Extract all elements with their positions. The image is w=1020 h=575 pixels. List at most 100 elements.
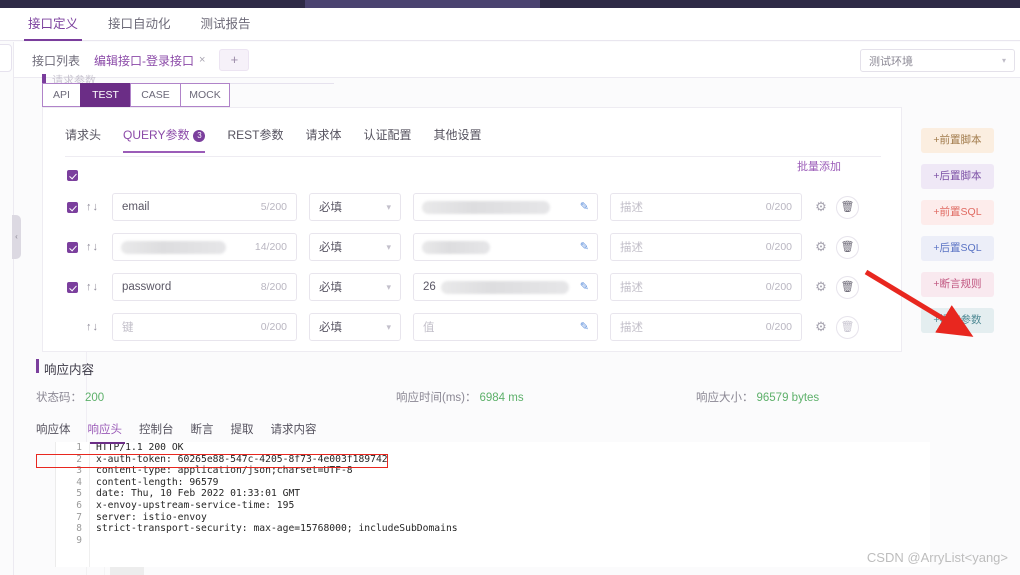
param-desc-placeholder: 描述 bbox=[620, 322, 643, 334]
response-tab-1[interactable]: 响应头 bbox=[88, 421, 123, 437]
edit-pencil-icon[interactable]: ✎ bbox=[580, 280, 589, 293]
code-line-number: 6 bbox=[76, 499, 82, 511]
main-nav-item-0[interactable]: 接口定义 bbox=[23, 8, 83, 41]
response-tab-5[interactable]: 请求内容 bbox=[271, 421, 317, 437]
sub-tab-3[interactable]: 请求体 bbox=[306, 126, 342, 152]
param-required-select[interactable]: 必填 ▾ bbox=[309, 273, 401, 301]
param-desc-input[interactable]: 描述 0/200 bbox=[610, 273, 802, 301]
gear-icon[interactable]: ⚙ bbox=[810, 279, 832, 295]
action-button-group: +前置脚本 +后置脚本 +前置SQL +后置SQL +断言规则 +提取参数 bbox=[921, 128, 994, 344]
code-line: date: Thu, 10 Feb 2022 01:33:01 GMT bbox=[96, 488, 301, 500]
gear-icon[interactable]: ⚙ bbox=[810, 319, 832, 335]
sub-tab-0[interactable]: 请求头 bbox=[65, 126, 101, 152]
param-required-select[interactable]: 必填 ▾ bbox=[309, 233, 401, 261]
param-value-input[interactable]: 值 ✎ bbox=[413, 313, 598, 341]
response-size-label: 响应大小： bbox=[696, 392, 754, 404]
response-size-meta: 响应大小： 96579 bytes bbox=[696, 389, 819, 405]
chevron-down-icon: ▾ bbox=[1001, 56, 1006, 65]
reorder-arrows-icon[interactable]: ↑↓ bbox=[86, 201, 112, 213]
response-tab-3[interactable]: 断言 bbox=[191, 421, 214, 437]
api-tab-group: API TEST CASE MOCK bbox=[42, 83, 230, 107]
api-tab-api[interactable]: API bbox=[42, 83, 80, 107]
delete-row-button[interactable]: 🗑 bbox=[836, 195, 859, 219]
param-key-input[interactable]: password 8/200 bbox=[112, 273, 297, 301]
chevron-down-icon: ▾ bbox=[386, 321, 391, 332]
api-tab-mock[interactable]: MOCK bbox=[180, 83, 230, 107]
param-rows: ↑↓ email 5/200 必填 ▾ ✎ 描述 0/200 ⚙ 🗑 ↑↓ 14/200 必填 ▾ ✎ 描述 0… bbox=[67, 192, 891, 352]
param-row: ↑↓ 14/200 必填 ▾ ✎ 描述 0/200 ⚙ 🗑 bbox=[67, 232, 891, 262]
edit-pencil-icon[interactable]: ✎ bbox=[580, 240, 589, 253]
add-tab-button[interactable]: + bbox=[219, 49, 250, 71]
param-row-checkbox[interactable] bbox=[67, 281, 78, 293]
param-key-input[interactable]: 14/200 bbox=[112, 233, 297, 261]
sub-tab-label: QUERY参数 bbox=[123, 128, 190, 142]
redacted-value-overlay bbox=[422, 201, 550, 214]
param-desc-input[interactable]: 描述 0/200 bbox=[610, 233, 802, 261]
param-value-input[interactable]: 26 ✎ bbox=[413, 273, 598, 301]
param-row-checkbox[interactable] bbox=[67, 241, 78, 253]
code-line-number: 9 bbox=[76, 534, 82, 546]
close-icon[interactable]: × bbox=[199, 54, 205, 66]
reorder-arrows-icon[interactable]: ↑↓ bbox=[86, 281, 112, 293]
redacted-value-overlay bbox=[441, 281, 569, 294]
sidebar-collapse-handle[interactable]: ‹ bbox=[12, 215, 21, 259]
param-desc-placeholder: 描述 bbox=[620, 202, 643, 214]
action-button-4[interactable]: +断言规则 bbox=[921, 272, 994, 297]
response-time-value: 6984 ms bbox=[479, 392, 524, 404]
top-window-band bbox=[0, 0, 1020, 8]
reorder-arrows-icon[interactable]: ↑↓ bbox=[86, 321, 112, 333]
request-params-accent bbox=[42, 74, 46, 83]
response-time-label: 响应时间(ms)： bbox=[396, 392, 477, 404]
main-nav-item-2[interactable]: 测试报告 bbox=[201, 8, 251, 41]
sub-tab-1[interactable]: QUERY参数 3 bbox=[123, 126, 206, 153]
document-tab-1[interactable]: 编辑接口-登录接口 bbox=[94, 52, 194, 69]
delete-row-button[interactable]: 🗑 bbox=[836, 275, 859, 299]
document-tab-0[interactable]: 接口列表 bbox=[32, 52, 80, 69]
main-nav: 接口定义 接口自动化 测试报告 bbox=[0, 8, 1020, 41]
param-desc-counter: 0/200 bbox=[765, 241, 792, 253]
param-sub-tabs: 请求头 QUERY参数 3 REST参数 请求体 认证配置 其他设置 bbox=[65, 126, 482, 153]
param-key-text: password bbox=[122, 281, 172, 293]
code-line-number: 5 bbox=[76, 488, 82, 500]
api-tab-test[interactable]: TEST bbox=[80, 83, 130, 107]
param-desc-placeholder: 描述 bbox=[620, 242, 643, 254]
code-line: server: istio-envoy bbox=[96, 511, 207, 523]
param-required-select[interactable]: 必填 ▾ bbox=[309, 193, 401, 221]
param-required-value: 必填 bbox=[319, 282, 342, 294]
batch-add-link[interactable]: 批量添加 bbox=[797, 158, 841, 174]
sub-tab-count-badge: 3 bbox=[193, 130, 206, 142]
response-tab-0[interactable]: 响应体 bbox=[36, 421, 71, 437]
param-required-select[interactable]: 必填 ▾ bbox=[309, 313, 401, 341]
api-tab-case[interactable]: CASE bbox=[130, 83, 180, 107]
action-button-2[interactable]: +前置SQL bbox=[921, 200, 994, 225]
action-button-1[interactable]: +后置脚本 bbox=[921, 164, 994, 189]
param-row-checkbox[interactable] bbox=[67, 201, 78, 213]
environment-select[interactable]: 测试环境 ▾ bbox=[860, 49, 1015, 72]
gear-icon[interactable]: ⚙ bbox=[810, 199, 832, 215]
param-key-input[interactable]: email 5/200 bbox=[112, 193, 297, 221]
reorder-arrows-icon[interactable]: ↑↓ bbox=[86, 241, 112, 253]
sub-tab-5[interactable]: 其他设置 bbox=[434, 126, 482, 152]
gear-icon[interactable]: ⚙ bbox=[810, 239, 832, 255]
action-button-5[interactable]: +提取参数 bbox=[921, 308, 994, 333]
param-key-input[interactable]: 键 0/200 bbox=[112, 313, 297, 341]
param-desc-input[interactable]: 描述 0/200 bbox=[610, 193, 802, 221]
response-tab-4[interactable]: 提取 bbox=[231, 421, 254, 437]
sub-tab-label: 请求体 bbox=[305, 128, 342, 142]
param-value-input[interactable]: ✎ bbox=[413, 193, 598, 221]
action-button-0[interactable]: +前置脚本 bbox=[921, 128, 994, 153]
edit-pencil-icon[interactable]: ✎ bbox=[580, 320, 589, 333]
response-tab-2[interactable]: 控制台 bbox=[139, 421, 174, 437]
select-all-checkbox[interactable] bbox=[67, 170, 78, 181]
delete-row-button[interactable]: 🗑 bbox=[836, 235, 859, 259]
sub-tab-4[interactable]: 认证配置 bbox=[364, 126, 412, 152]
status-code-value: 200 bbox=[85, 392, 105, 404]
param-value-input[interactable]: ✎ bbox=[413, 233, 598, 261]
action-button-3[interactable]: +后置SQL bbox=[921, 236, 994, 261]
main-nav-item-1[interactable]: 接口自动化 bbox=[108, 8, 171, 41]
edit-pencil-icon[interactable]: ✎ bbox=[580, 200, 589, 213]
param-key-counter: 14/200 bbox=[254, 241, 287, 253]
sub-tab-2[interactable]: REST参数 bbox=[227, 126, 283, 152]
chevron-down-icon: ▾ bbox=[386, 241, 391, 252]
param-desc-input[interactable]: 描述 0/200 bbox=[610, 313, 802, 341]
